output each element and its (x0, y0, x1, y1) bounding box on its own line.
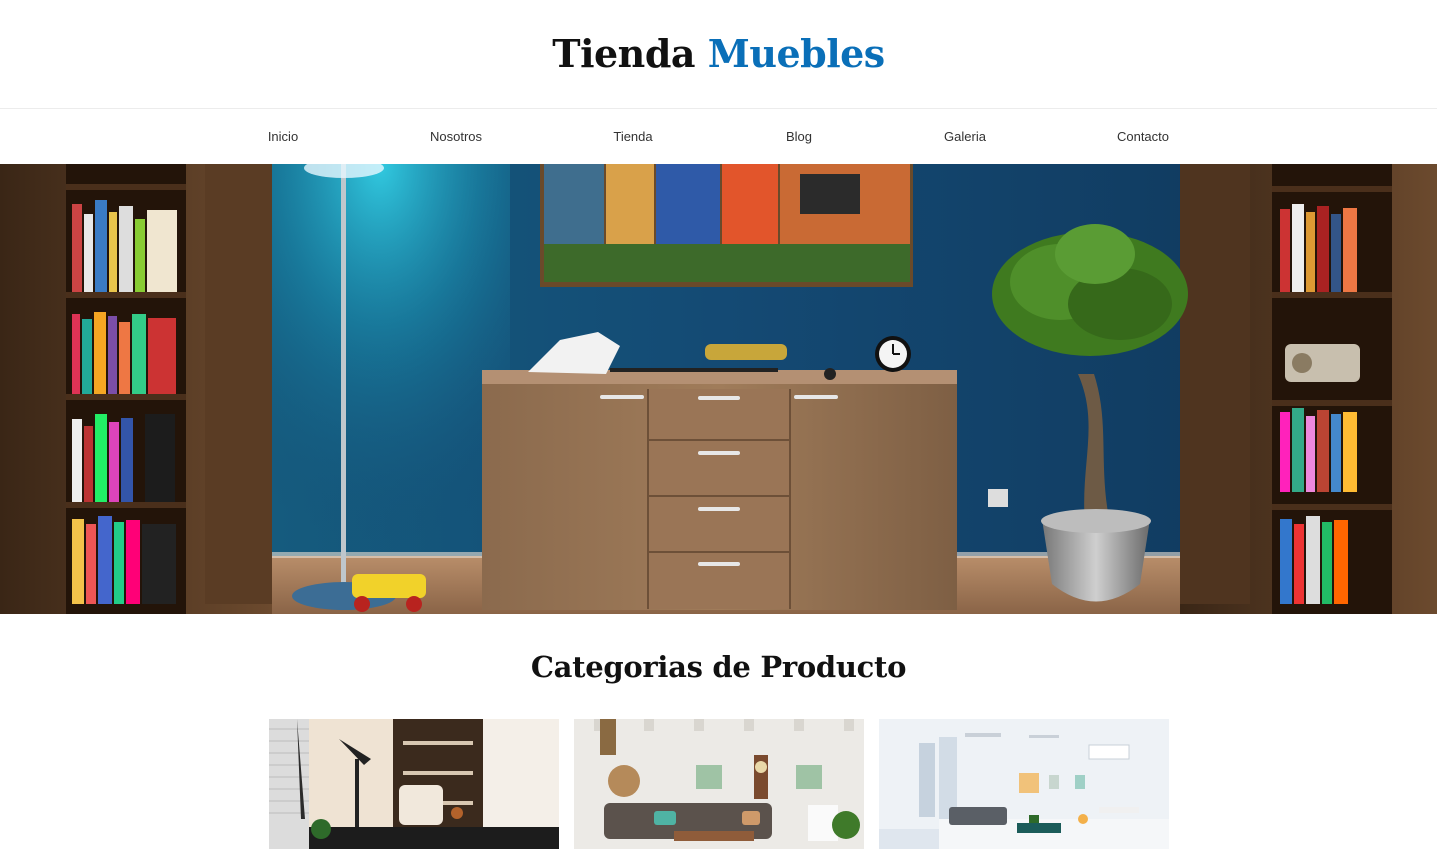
category-card-living-room[interactable] (574, 719, 864, 849)
nav-tienda[interactable]: Tienda (613, 128, 652, 146)
category-card-dining-room[interactable] (879, 719, 1169, 849)
nav-blog[interactable]: Blog (786, 128, 812, 146)
nav-nosotros[interactable]: Nosotros (430, 128, 482, 146)
nav-inicio[interactable]: Inicio (268, 128, 298, 146)
section-title: Categorias de Producto (530, 650, 907, 684)
category-card-office[interactable] (269, 719, 559, 849)
nav-galeria[interactable]: Galeria (944, 128, 986, 146)
main-nav: Inicio Nosotros Tienda Blog Galeria Cont… (0, 110, 1437, 164)
hero-image (0, 164, 1437, 614)
logo-text-muebles: Muebles (707, 31, 885, 76)
hero-banner (0, 164, 1437, 614)
category-image-office (269, 719, 559, 849)
category-image-living-room (574, 719, 864, 849)
site-logo[interactable]: Tienda Muebles (0, 30, 1437, 78)
category-image-dining-room (879, 719, 1169, 849)
nav-contacto[interactable]: Contacto (1117, 128, 1169, 146)
site-header: Tienda Muebles (0, 0, 1437, 109)
logo-text-tienda: Tienda (552, 31, 696, 76)
